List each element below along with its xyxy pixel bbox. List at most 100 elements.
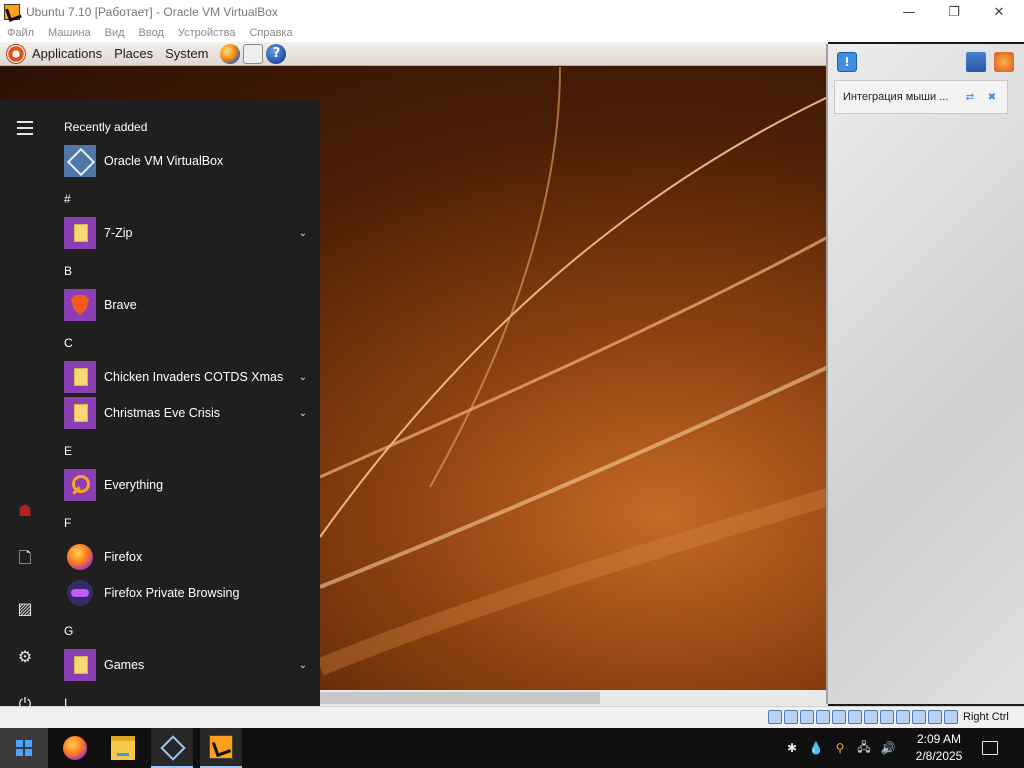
network-icon[interactable]: [816, 710, 830, 724]
clock-time: 2:09 AM: [916, 732, 962, 746]
virtualization-icon[interactable]: [896, 710, 910, 724]
brave-icon: [64, 289, 96, 321]
system-tray: ✱ 💧 ⚲ 🖧 🔊: [784, 728, 904, 768]
app-everything[interactable]: Everything: [64, 468, 310, 502]
app-brave[interactable]: Brave: [64, 288, 310, 322]
display-icon[interactable]: [864, 710, 878, 724]
window-title: Ubuntu 7.10 [Работает] - Oracle VM Virtu…: [26, 5, 278, 19]
vbox-notification-panel: ! Интеграция мыши ... ⇄ ✖: [826, 44, 1024, 704]
app-label: Firefox Private Browsing: [104, 586, 240, 600]
section-header-g[interactable]: G: [64, 624, 73, 638]
firefox-launcher-icon[interactable]: [220, 43, 241, 64]
scrollbar-thumb[interactable]: [320, 692, 600, 704]
action-center-button[interactable]: [978, 736, 1002, 760]
menu-help[interactable]: Справка: [249, 27, 292, 39]
recording-icon[interactable]: [880, 710, 894, 724]
start-app-list: Recently added Oracle VM VirtualBox # 7-…: [50, 100, 320, 728]
vbox-menu-bar: Файл Машина Вид Ввод Устройства Справка: [0, 24, 1024, 42]
app-firefox[interactable]: Firefox: [64, 540, 310, 574]
audio-icon[interactable]: [800, 710, 814, 724]
menu-applications[interactable]: Applications: [32, 46, 102, 61]
gnome-top-panel: Applications Places System ?: [0, 42, 828, 66]
section-header-e[interactable]: E: [64, 444, 72, 458]
start-button[interactable]: [0, 728, 48, 768]
app-chicken-invaders[interactable]: Chicken Invaders COTDS Xmas ⌄: [64, 360, 310, 394]
chevron-down-icon[interactable]: ⌄: [296, 658, 310, 672]
toggle-icon[interactable]: ⇄: [963, 90, 977, 104]
mail-launcher-icon[interactable]: [243, 43, 264, 64]
app-firefox-private-browsing[interactable]: Firefox Private Browsing: [64, 576, 310, 610]
guest-horizontal-scrollbar[interactable]: [320, 690, 828, 706]
menu-system[interactable]: System: [165, 46, 208, 61]
mouse-integration-notice[interactable]: Интеграция мыши ... ⇄ ✖: [834, 80, 1008, 114]
app-christmas-eve-crisis[interactable]: Christmas Eve Crisis ⌄: [64, 396, 310, 430]
app-games[interactable]: Games ⌄: [64, 648, 310, 682]
notice-text: Интеграция мыши ...: [843, 91, 949, 103]
close-button[interactable]: ✕: [976, 0, 1022, 24]
windows-taskbar: ✱ 💧 ⚲ 🖧 🔊 2:09 AM 2/8/2025: [0, 728, 1024, 768]
network-activity-icon[interactable]: [966, 52, 986, 72]
app-label: Games: [104, 658, 145, 672]
drop-icon[interactable]: 💧: [808, 740, 824, 756]
virtualbox-icon: [64, 145, 96, 177]
notification-icon: [982, 741, 998, 755]
minimize-button[interactable]: —: [886, 0, 932, 24]
restore-button[interactable]: ❐: [931, 0, 977, 24]
section-header-c[interactable]: C: [64, 336, 73, 350]
optical-drive-icon[interactable]: [784, 710, 798, 724]
host-key-label: Right Ctrl: [963, 711, 1009, 723]
menu-places[interactable]: Places: [114, 46, 153, 61]
notification-center-icon[interactable]: !: [837, 52, 857, 72]
hamburger-menu-icon[interactable]: [15, 118, 35, 138]
app-label: Everything: [104, 478, 164, 492]
vbox-title-bar[interactable]: Ubuntu 7.10 [Работает] - Oracle VM Virtu…: [0, 0, 1024, 24]
chevron-down-icon[interactable]: ⌄: [296, 370, 310, 384]
arrow-down-icon[interactable]: [944, 710, 958, 724]
chevron-down-icon[interactable]: ⌄: [296, 226, 310, 240]
section-header-f[interactable]: F: [64, 516, 71, 530]
section-header-b[interactable]: B: [64, 264, 72, 278]
start-menu: ☗ 🗋 ▨ ⚙ ⏻ Recently added Oracle VM Virtu…: [0, 100, 320, 728]
taskbar-firefox[interactable]: [54, 728, 96, 768]
defender-icon[interactable]: ✱: [784, 740, 800, 756]
tools-icon[interactable]: [994, 52, 1014, 72]
mouse-integration-icon[interactable]: [912, 710, 926, 724]
windows-logo-icon: [16, 740, 32, 756]
virtualbox-icon: [160, 735, 184, 759]
menu-file[interactable]: Файл: [7, 27, 34, 39]
documents-icon[interactable]: 🗋: [15, 548, 35, 570]
user-account-icon[interactable]: ☗: [15, 500, 35, 520]
menu-machine[interactable]: Машина: [48, 27, 91, 39]
everything-search-icon[interactable]: ⚲: [832, 740, 848, 756]
network-icon[interactable]: 🖧: [856, 740, 872, 756]
app-7-zip[interactable]: 7-Zip ⌄: [64, 216, 310, 250]
app-label: Chicken Invaders COTDS Xmas: [104, 370, 284, 384]
taskbar-file-explorer[interactable]: [102, 728, 144, 768]
close-icon[interactable]: ✖: [985, 90, 999, 104]
folder-icon: [64, 361, 96, 393]
taskbar-clock[interactable]: 2:09 AM 2/8/2025: [908, 731, 970, 765]
app-label: Christmas Eve Crisis: [104, 406, 220, 420]
menu-devices[interactable]: Устройства: [178, 27, 236, 39]
ubuntu-logo-icon[interactable]: [6, 43, 26, 64]
clock-date: 2/8/2025: [915, 749, 963, 763]
usb-icon[interactable]: [832, 710, 846, 724]
keyboard-icon[interactable]: [928, 710, 942, 724]
settings-icon[interactable]: ⚙: [15, 646, 35, 666]
chevron-down-icon[interactable]: ⌄: [296, 406, 310, 420]
firefox-icon: [67, 544, 93, 570]
section-header-hash[interactable]: #: [64, 192, 71, 206]
shared-folders-icon[interactable]: [848, 710, 862, 724]
menu-input[interactable]: Ввод: [139, 27, 164, 39]
pictures-icon[interactable]: ▨: [15, 598, 35, 618]
volume-icon[interactable]: 🔊: [880, 740, 896, 756]
app-oracle-vm-virtualbox[interactable]: Oracle VM VirtualBox: [64, 144, 310, 178]
taskbar-virtualbox-manager[interactable]: [151, 728, 193, 768]
help-icon[interactable]: ?: [266, 43, 287, 64]
firefox-private-icon: [67, 580, 93, 606]
search-icon: [64, 469, 96, 501]
taskbar-ubuntu-vm[interactable]: [200, 728, 242, 768]
menu-view[interactable]: Вид: [105, 27, 125, 39]
status-indicators: Right Ctrl: [768, 710, 1009, 724]
hard-disk-icon[interactable]: [768, 710, 782, 724]
